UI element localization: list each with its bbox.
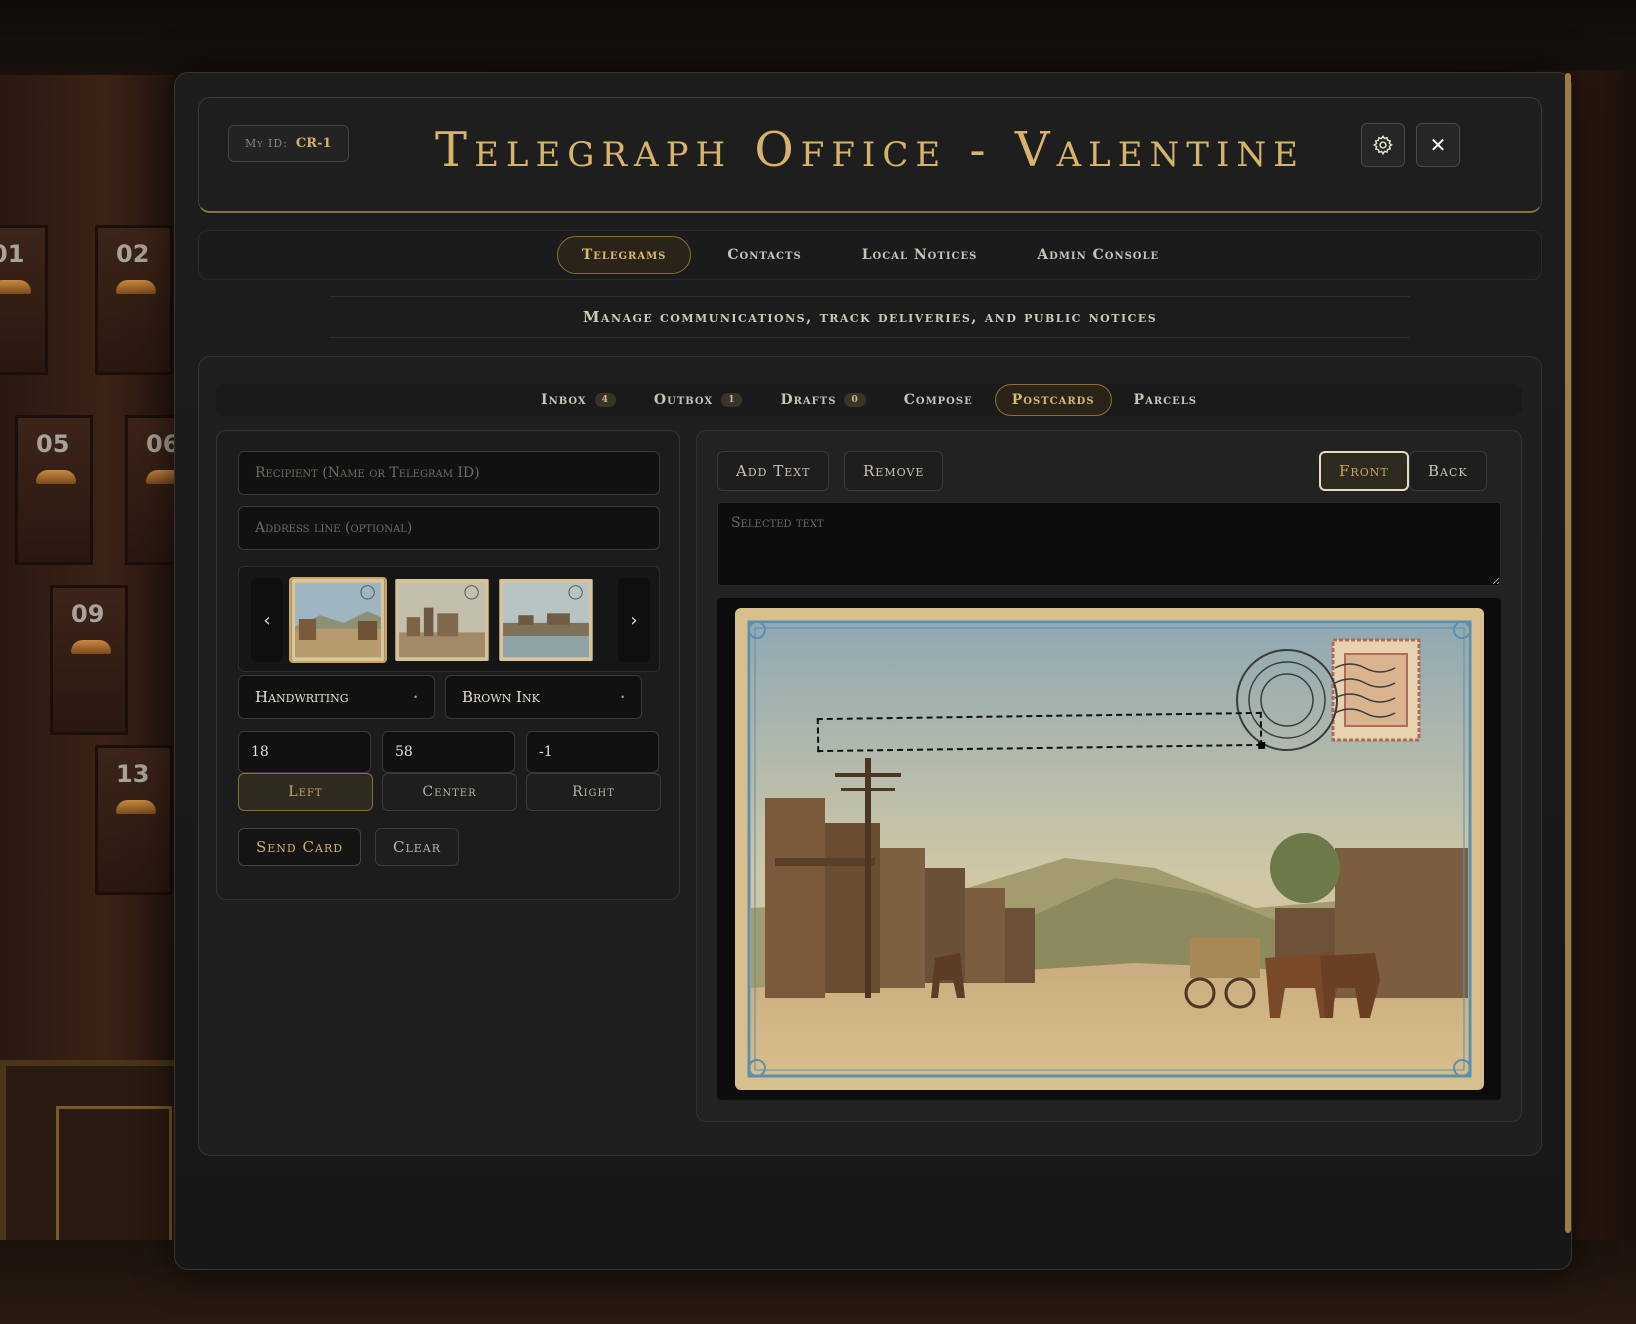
- clear-button[interactable]: Clear: [375, 828, 460, 866]
- postcard-front-image: [735, 608, 1484, 1090]
- subtab-drafts[interactable]: Drafts 0: [764, 384, 881, 416]
- postcard-thumbnail[interactable]: [497, 577, 595, 663]
- postcard-thumbnail-image: [291, 579, 385, 661]
- settings-button[interactable]: [1361, 123, 1405, 167]
- postcard-editor: Add Text Remove Front Back: [696, 430, 1522, 1122]
- page-subtitle: Manage communications, track deliveries,…: [330, 296, 1410, 338]
- ink-color-value: Brown Ink: [462, 688, 540, 706]
- add-text-button[interactable]: Add Text: [717, 451, 830, 491]
- window-header: My ID: CR-1 Telegraph Office - Valentine…: [198, 97, 1542, 213]
- back-side-button[interactable]: Back: [1409, 451, 1487, 491]
- cubby-02: 02: [95, 225, 173, 375]
- subtab-postcards[interactable]: Postcards: [994, 384, 1112, 416]
- mail-cubby-shelf: 01 02 05 06 09 13: [0, 75, 203, 1075]
- telegraph-window: My ID: CR-1 Telegraph Office - Valentine…: [174, 72, 1572, 1270]
- tab-admin-console[interactable]: Admin Console: [1013, 236, 1183, 274]
- window-scrollbar[interactable]: [1565, 73, 1571, 1233]
- subtab-outbox[interactable]: Outbox 1: [638, 384, 759, 416]
- count-badge: 4: [594, 393, 616, 407]
- cubby-13: 13: [95, 745, 173, 895]
- font-size-input[interactable]: [238, 731, 371, 773]
- subtab-compose[interactable]: Compose: [888, 384, 989, 416]
- carousel-prev-button[interactable]: ‹: [251, 578, 283, 662]
- chevron-right-icon: ›: [630, 609, 638, 631]
- postcard-thumbnail-image: [395, 579, 489, 661]
- cubby-01: 01: [0, 225, 48, 375]
- postcard-design-carousel: ‹ ›: [238, 566, 660, 672]
- dropdown-icon: •: [620, 692, 625, 702]
- content-panel: Inbox 4 Outbox 1 Drafts 0 Compose Postca…: [198, 356, 1542, 1156]
- carousel-next-button[interactable]: ›: [618, 578, 650, 662]
- subtab-inbox[interactable]: Inbox 4: [525, 384, 632, 416]
- subtab-label: Compose: [903, 392, 973, 408]
- subtab-label: Inbox: [541, 392, 587, 408]
- subtab-label: Outbox: [653, 392, 714, 408]
- align-center-button[interactable]: Center: [382, 773, 517, 811]
- close-button[interactable]: ✕: [1416, 123, 1460, 167]
- font-style-select[interactable]: Handwriting •: [238, 675, 435, 719]
- page-title: Telegraph Office - Valentine: [435, 122, 1305, 178]
- postcard-canvas: [717, 598, 1501, 1100]
- background-ceiling: [0, 0, 1636, 70]
- count-badge: 0: [844, 393, 866, 407]
- align-left-button[interactable]: Left: [238, 773, 373, 811]
- subtab-label: Parcels: [1133, 392, 1197, 408]
- gear-icon: [1372, 134, 1393, 156]
- dropdown-icon: •: [413, 692, 418, 702]
- remove-button[interactable]: Remove: [844, 451, 944, 491]
- count-badge: 1: [721, 393, 743, 407]
- address-input[interactable]: [238, 506, 660, 550]
- chevron-left-icon: ‹: [263, 609, 271, 631]
- selected-text-input[interactable]: [717, 502, 1501, 586]
- font-style-value: Handwriting: [255, 688, 349, 706]
- position-x-input[interactable]: [382, 731, 515, 773]
- resize-handle[interactable]: [1258, 741, 1266, 749]
- position-y-input[interactable]: [526, 731, 659, 773]
- postcard-form: ‹: [216, 430, 680, 900]
- sub-nav: Inbox 4 Outbox 1 Drafts 0 Compose Postca…: [216, 384, 1522, 416]
- main-nav: Telegrams Contacts Local Notices Admin C…: [198, 230, 1542, 280]
- tab-local-notices[interactable]: Local Notices: [838, 236, 1002, 274]
- recipient-input[interactable]: [238, 451, 660, 495]
- align-right-button[interactable]: Right: [526, 773, 661, 811]
- tab-telegrams[interactable]: Telegrams: [556, 236, 692, 274]
- subtab-parcels[interactable]: Parcels: [1118, 384, 1213, 416]
- subtab-label: Postcards: [1011, 392, 1095, 408]
- postcard-thumbnail[interactable]: [289, 577, 387, 663]
- send-card-button[interactable]: Send Card: [238, 828, 362, 866]
- front-side-button[interactable]: Front: [1319, 451, 1409, 491]
- tab-contacts[interactable]: Contacts: [703, 236, 825, 274]
- text-placement-box[interactable]: [816, 711, 1266, 753]
- subtab-label: Drafts: [780, 392, 837, 408]
- close-icon: ✕: [1429, 133, 1447, 157]
- postcard-thumbnail-image: [499, 579, 593, 661]
- ink-color-select[interactable]: Brown Ink •: [445, 675, 642, 719]
- cubby-05: 05: [15, 415, 93, 565]
- postcard-thumbnail[interactable]: [393, 577, 491, 663]
- cubby-09: 09: [50, 585, 128, 735]
